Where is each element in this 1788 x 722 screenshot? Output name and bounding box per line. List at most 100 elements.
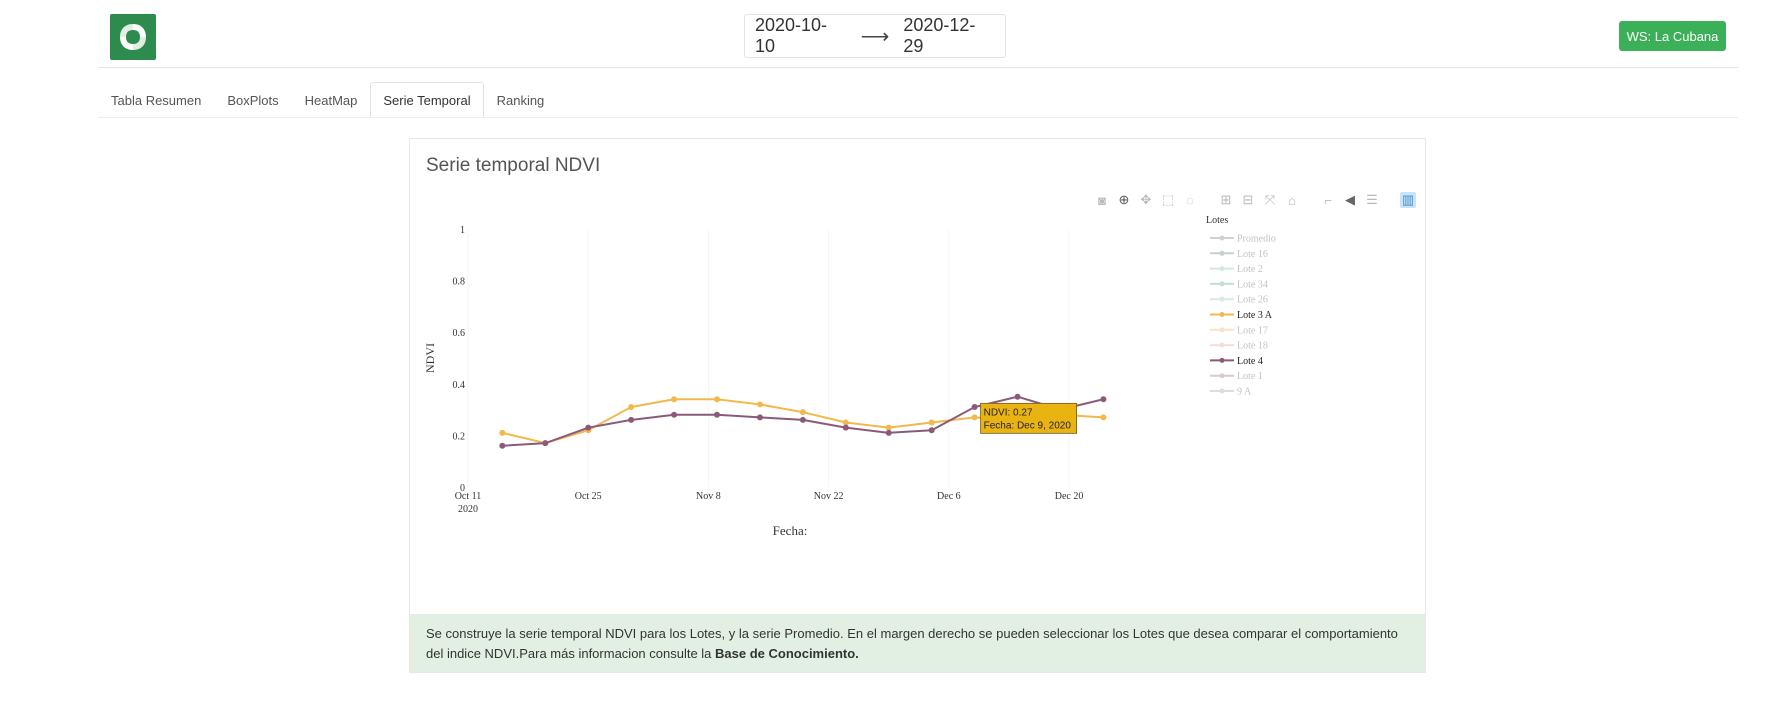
legend-swatch-marker [1219, 266, 1225, 272]
legend-label: Lote 3 A [1237, 310, 1273, 321]
tab-tabla-resumen[interactable]: Tabla Resumen [98, 82, 214, 118]
x-axis-title: Fecha: [773, 523, 808, 538]
legend-swatch-marker [1219, 342, 1225, 348]
header-divider [98, 67, 1738, 68]
tooltip-line-2: Fecha: Dec 9, 2020 [984, 420, 1072, 431]
data-point-lote-3-a [928, 419, 935, 426]
data-point-lote-4 [842, 424, 849, 431]
tabs-divider [98, 117, 1738, 118]
tab-boxplots[interactable]: BoxPlots [214, 82, 291, 118]
x-tick-label: Oct 11 [455, 491, 482, 502]
data-point-lote-3-a [971, 414, 978, 421]
data-point-lote-3-a [628, 404, 635, 411]
y-tick-label: 0.8 [453, 277, 466, 288]
legend-item[interactable]: Lote 18 [1210, 341, 1268, 352]
hover-compare-icon[interactable]: ☰ [1364, 192, 1380, 208]
tab-bar: Tabla Resumen BoxPlots HeatMap Serie Tem… [98, 82, 557, 118]
lasso-icon[interactable]: ◌ [1182, 192, 1198, 208]
info-text: Se construye la serie temporal NDVI para… [426, 626, 1398, 661]
legend-label: 9 A [1237, 387, 1252, 398]
legend-item[interactable]: Lote 34 [1210, 279, 1268, 290]
data-point-lote-3-a [756, 401, 763, 408]
legend-label: Promedio [1237, 234, 1276, 245]
data-point-lote-4 [714, 411, 721, 418]
x-tick-label: Dec 6 [937, 491, 961, 502]
x-tick-label: Dec 20 [1055, 491, 1084, 502]
legend-label: Lote 1 [1237, 371, 1263, 382]
pan-icon[interactable]: ✥ [1138, 192, 1154, 208]
data-point-lote-4 [799, 416, 806, 423]
data-point-lote-4 [499, 442, 506, 449]
data-point-lote-4 [1014, 393, 1021, 400]
y-tick-label: 0.4 [453, 380, 466, 391]
zoom-icon[interactable]: ⊕ [1116, 192, 1132, 208]
data-point-lote-4 [542, 440, 549, 447]
app-logo[interactable] [110, 14, 156, 60]
x-tick-label: Nov 22 [814, 491, 844, 502]
legend-swatch-marker [1219, 296, 1225, 302]
legend-swatch-marker [1219, 281, 1225, 287]
knowledge-base-link[interactable]: Base de Conocimiento. [715, 646, 859, 661]
data-point-lote-3-a [714, 396, 721, 403]
chart-card-title: Serie temporal NDVI [426, 155, 601, 176]
zoom-in-icon[interactable]: ⊞ [1218, 192, 1234, 208]
legend-swatch-marker [1219, 373, 1225, 379]
legend-item[interactable]: Lote 3 A [1210, 310, 1273, 321]
camera-icon[interactable]: ◙ [1094, 192, 1110, 208]
legend-label: Lote 4 [1237, 356, 1263, 367]
legend-item[interactable]: Lote 1 [1210, 371, 1263, 382]
data-point-lote-4 [756, 414, 763, 421]
legend-item[interactable]: Promedio [1210, 234, 1276, 245]
legend-label: Lote 18 [1237, 341, 1268, 352]
app-header: 2020-10-10 ⟶ 2020-12-29 WS: La Cubana [0, 0, 1788, 68]
legend-item[interactable]: 9 A [1210, 387, 1252, 398]
plot-modebar: ◙ ⊕ ✥ ⬚ ◌ ⊞ ⊟ ⤧ ⌂ ⌐ ◀ ☰ ▥ [1094, 191, 1416, 209]
y-tick-label: 0.2 [453, 431, 466, 442]
x-tick-label: Oct 25 [575, 491, 602, 502]
tooltip-line-1: NDVI: 0.27 [984, 407, 1033, 418]
hover-closest-icon[interactable]: ◀ [1342, 192, 1358, 208]
legend-swatch-marker [1219, 327, 1225, 333]
legend-label: Lote 26 [1237, 295, 1268, 306]
y-tick-label: 0.6 [453, 328, 466, 339]
legend-label: Lote 2 [1237, 264, 1263, 275]
tab-ranking[interactable]: Ranking [484, 82, 558, 118]
workspace-button[interactable]: WS: La Cubana [1619, 21, 1726, 51]
data-point-lote-3-a [799, 409, 806, 416]
zoom-out-icon[interactable]: ⊟ [1240, 192, 1256, 208]
info-message: Se construye la serie temporal NDVI para… [410, 614, 1425, 672]
legend-swatch-marker [1219, 357, 1225, 363]
legend-swatch-marker [1219, 388, 1225, 394]
legend-item[interactable]: Lote 16 [1210, 249, 1268, 260]
legend-swatch-marker [1219, 312, 1225, 317]
spike-lines-icon[interactable]: ⌐ [1320, 192, 1336, 208]
data-point-lote-4 [971, 404, 978, 411]
data-point-lote-3-a [885, 424, 892, 431]
ndvi-line-chart[interactable]: NDVI00.20.40.60.81Oct 112020Oct 25 Nov 8N… [410, 209, 1425, 609]
x-tick-label: Nov 8 [696, 491, 721, 502]
legend-item[interactable]: Lote 2 [1210, 264, 1263, 275]
data-point-lote-4 [885, 429, 892, 436]
legend-swatch-marker [1219, 250, 1225, 256]
legend-label: Lote 16 [1237, 249, 1268, 260]
date-start[interactable]: 2020-10-10 [755, 15, 847, 57]
data-point-lote-3-a [1100, 414, 1107, 421]
chart-card: Serie temporal NDVI ◙ ⊕ ✥ ⬚ ◌ ⊞ ⊟ ⤧ ⌂ ⌐ … [409, 138, 1426, 673]
legend-item[interactable]: Lote 26 [1210, 295, 1268, 306]
date-range-picker[interactable]: 2020-10-10 ⟶ 2020-12-29 [744, 14, 1006, 58]
y-tick-label: 1 [460, 225, 465, 236]
arrow-right-icon: ⟶ [860, 25, 890, 48]
box-select-icon[interactable]: ⬚ [1160, 192, 1176, 208]
autoscale-icon[interactable]: ⤧ [1262, 192, 1278, 208]
data-point-lote-4 [928, 427, 935, 434]
plotly-logo-icon[interactable]: ▥ [1400, 192, 1416, 208]
data-point-lote-4 [585, 424, 592, 431]
legend-label: Lote 17 [1237, 325, 1268, 336]
legend-item[interactable]: Lote 17 [1210, 325, 1268, 336]
date-end[interactable]: 2020-12-29 [903, 15, 995, 57]
tab-serie-temporal[interactable]: Serie Temporal [370, 82, 484, 118]
tab-heatmap[interactable]: HeatMap [292, 82, 371, 118]
home-icon[interactable]: ⌂ [1284, 192, 1300, 208]
legend-item[interactable]: Lote 4 [1210, 356, 1263, 367]
y-axis-title: NDVI [423, 343, 437, 373]
